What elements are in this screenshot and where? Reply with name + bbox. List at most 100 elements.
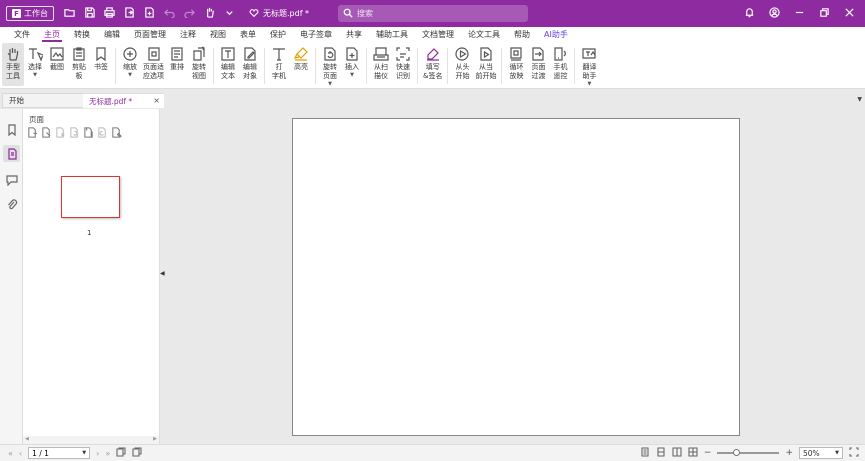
zoom-button[interactable]: 缩放 ▼: [119, 43, 141, 78]
loop-play-button[interactable]: 循环 放映: [505, 43, 527, 81]
close-tab-icon[interactable]: ×: [153, 96, 160, 105]
continuous-facing-view-icon[interactable]: [688, 447, 698, 459]
menu-tab-7[interactable]: 表单: [233, 27, 263, 43]
user-avatar-icon[interactable]: [769, 7, 780, 20]
search-box[interactable]: [338, 5, 528, 22]
heart-icon[interactable]: [249, 8, 259, 20]
save-icon[interactable]: [84, 7, 95, 20]
open-folder-icon[interactable]: [64, 7, 75, 20]
select-button[interactable]: 选择 ▼: [24, 43, 46, 78]
thumbnails-horizontal-scrollbar[interactable]: ◀ ▶: [23, 436, 159, 444]
quick-ocr-button[interactable]: 快速 识别: [392, 43, 414, 81]
snapshot-button[interactable]: 截图: [46, 43, 68, 72]
previous-page-icon[interactable]: ‹: [19, 449, 22, 458]
redo-icon[interactable]: [184, 7, 195, 20]
menu-tab-13[interactable]: 论文工具: [461, 27, 507, 43]
zoom-in-button[interactable]: +: [785, 448, 793, 458]
tabs-menu-icon[interactable]: ▼: [857, 96, 862, 103]
search-input[interactable]: [357, 9, 517, 18]
bookmark-button[interactable]: 书签: [90, 43, 112, 72]
single-page-view-icon[interactable]: [640, 447, 650, 459]
menu-tab-8[interactable]: 保护: [263, 27, 293, 43]
collapse-panel-icon[interactable]: ◀: [160, 270, 165, 277]
menu-tab-4[interactable]: 页面管理: [127, 27, 173, 43]
translate-button[interactable]: 翻译 助手 ▼: [578, 43, 600, 87]
phone-remote-button[interactable]: 手机 遥控: [549, 43, 571, 81]
reflow-button[interactable]: 重排: [166, 43, 188, 72]
snapshot-label: 截图: [50, 63, 64, 71]
edit-text-button[interactable]: 编辑 文本: [217, 43, 239, 81]
highlight-button[interactable]: 高亮: [290, 43, 312, 72]
extract-page-icon[interactable]: [41, 127, 52, 138]
menu-tab-15[interactable]: AI助手: [537, 27, 575, 43]
print-icon[interactable]: [104, 7, 115, 20]
minimize-icon[interactable]: [794, 7, 805, 20]
menu-tab-3[interactable]: 编辑: [97, 27, 127, 43]
zoom-level-select[interactable]: 50% ▼: [799, 447, 843, 459]
page-properties-icon[interactable]: [111, 127, 122, 138]
first-page-icon[interactable]: «: [8, 449, 13, 458]
play-from-current-button[interactable]: 从当 前开始: [473, 43, 498, 81]
insert-page-icon[interactable]: [27, 127, 38, 138]
two-page-icon[interactable]: [132, 447, 142, 459]
scroll-right-icon[interactable]: ▶: [153, 436, 157, 442]
menu-tab-2[interactable]: 转换: [67, 27, 97, 43]
page-number-input[interactable]: [32, 448, 73, 458]
menu-tab-5[interactable]: 注释: [173, 27, 203, 43]
tab-document[interactable]: 无标题.pdf * ×: [83, 93, 164, 108]
fullscreen-icon[interactable]: [849, 447, 859, 459]
rotate-left-icon[interactable]: [69, 127, 80, 138]
facing-view-icon[interactable]: [672, 447, 682, 459]
new-doc-icon[interactable]: [144, 7, 155, 20]
page-number-box[interactable]: ▼: [28, 447, 91, 459]
fill-sign-button[interactable]: 填写 &签名: [421, 43, 444, 81]
from-scanner-button[interactable]: 从扫 描仪: [370, 43, 392, 81]
zoom-out-button[interactable]: −: [704, 448, 712, 458]
zoom-slider-handle[interactable]: [733, 449, 741, 456]
notification-bell-icon[interactable]: [744, 7, 755, 20]
undo-icon[interactable]: [164, 7, 175, 20]
edit-object-button[interactable]: 编辑 对象: [239, 43, 261, 81]
hand-tool-quick-icon[interactable]: [204, 7, 215, 20]
pdf-page[interactable]: [292, 118, 740, 436]
hand-tool-button[interactable]: 手型 工具: [2, 43, 24, 86]
typewriter-button[interactable]: 打 字机: [268, 43, 290, 81]
last-page-icon[interactable]: »: [105, 449, 110, 458]
pages-panel-button[interactable]: [3, 145, 20, 162]
workspace-button[interactable]: F 工作台: [6, 6, 54, 21]
restore-icon[interactable]: [819, 7, 830, 20]
menu-tab-12[interactable]: 文档管理: [415, 27, 461, 43]
fit-page-button[interactable]: 页面适 应选项: [141, 43, 166, 81]
next-page-icon[interactable]: ›: [96, 449, 99, 458]
rotate-view-button[interactable]: 旋转 视图: [188, 43, 210, 81]
replace-page-icon[interactable]: [83, 127, 94, 138]
play-from-start-button[interactable]: 从头 开始: [451, 43, 473, 81]
page-transition-button[interactable]: 页面 过渡: [527, 43, 549, 81]
menu-tab-0[interactable]: 文件: [7, 27, 37, 43]
bookmarks-panel-button[interactable]: [3, 121, 20, 138]
rotate-page-button[interactable]: 旋转 页面 ▼: [319, 43, 341, 87]
scroll-left-icon[interactable]: ◀: [25, 436, 29, 442]
menu-tab-10[interactable]: 共享: [339, 27, 369, 43]
document-view[interactable]: [166, 109, 865, 444]
zoom-slider[interactable]: [717, 449, 780, 456]
continuous-view-icon[interactable]: [656, 447, 666, 459]
menu-tab-1[interactable]: 主页: [37, 27, 67, 43]
delete-page-icon[interactable]: [55, 127, 66, 138]
close-window-icon[interactable]: [844, 7, 855, 20]
rotate-right-icon[interactable]: [97, 127, 108, 138]
comments-panel-button[interactable]: [3, 171, 20, 188]
chevron-down-icon[interactable]: ▼: [82, 450, 86, 456]
export-icon[interactable]: [124, 7, 135, 20]
menu-tab-14[interactable]: 帮助: [507, 27, 537, 43]
quick-access-dropdown-icon[interactable]: [224, 7, 235, 20]
clipboard-button[interactable]: 剪贴 板: [68, 43, 90, 81]
menu-tab-9[interactable]: 电子签章: [293, 27, 339, 43]
menu-tab-6[interactable]: 视图: [203, 27, 233, 43]
page-thumbnail[interactable]: [61, 176, 120, 218]
insert-button[interactable]: 插入 ▼: [341, 43, 363, 78]
menu-tab-11[interactable]: 辅助工具: [369, 27, 415, 43]
attachments-panel-button[interactable]: [3, 196, 20, 213]
fit-width-icon[interactable]: [116, 447, 126, 459]
tab-home[interactable]: 开始: [2, 93, 84, 108]
